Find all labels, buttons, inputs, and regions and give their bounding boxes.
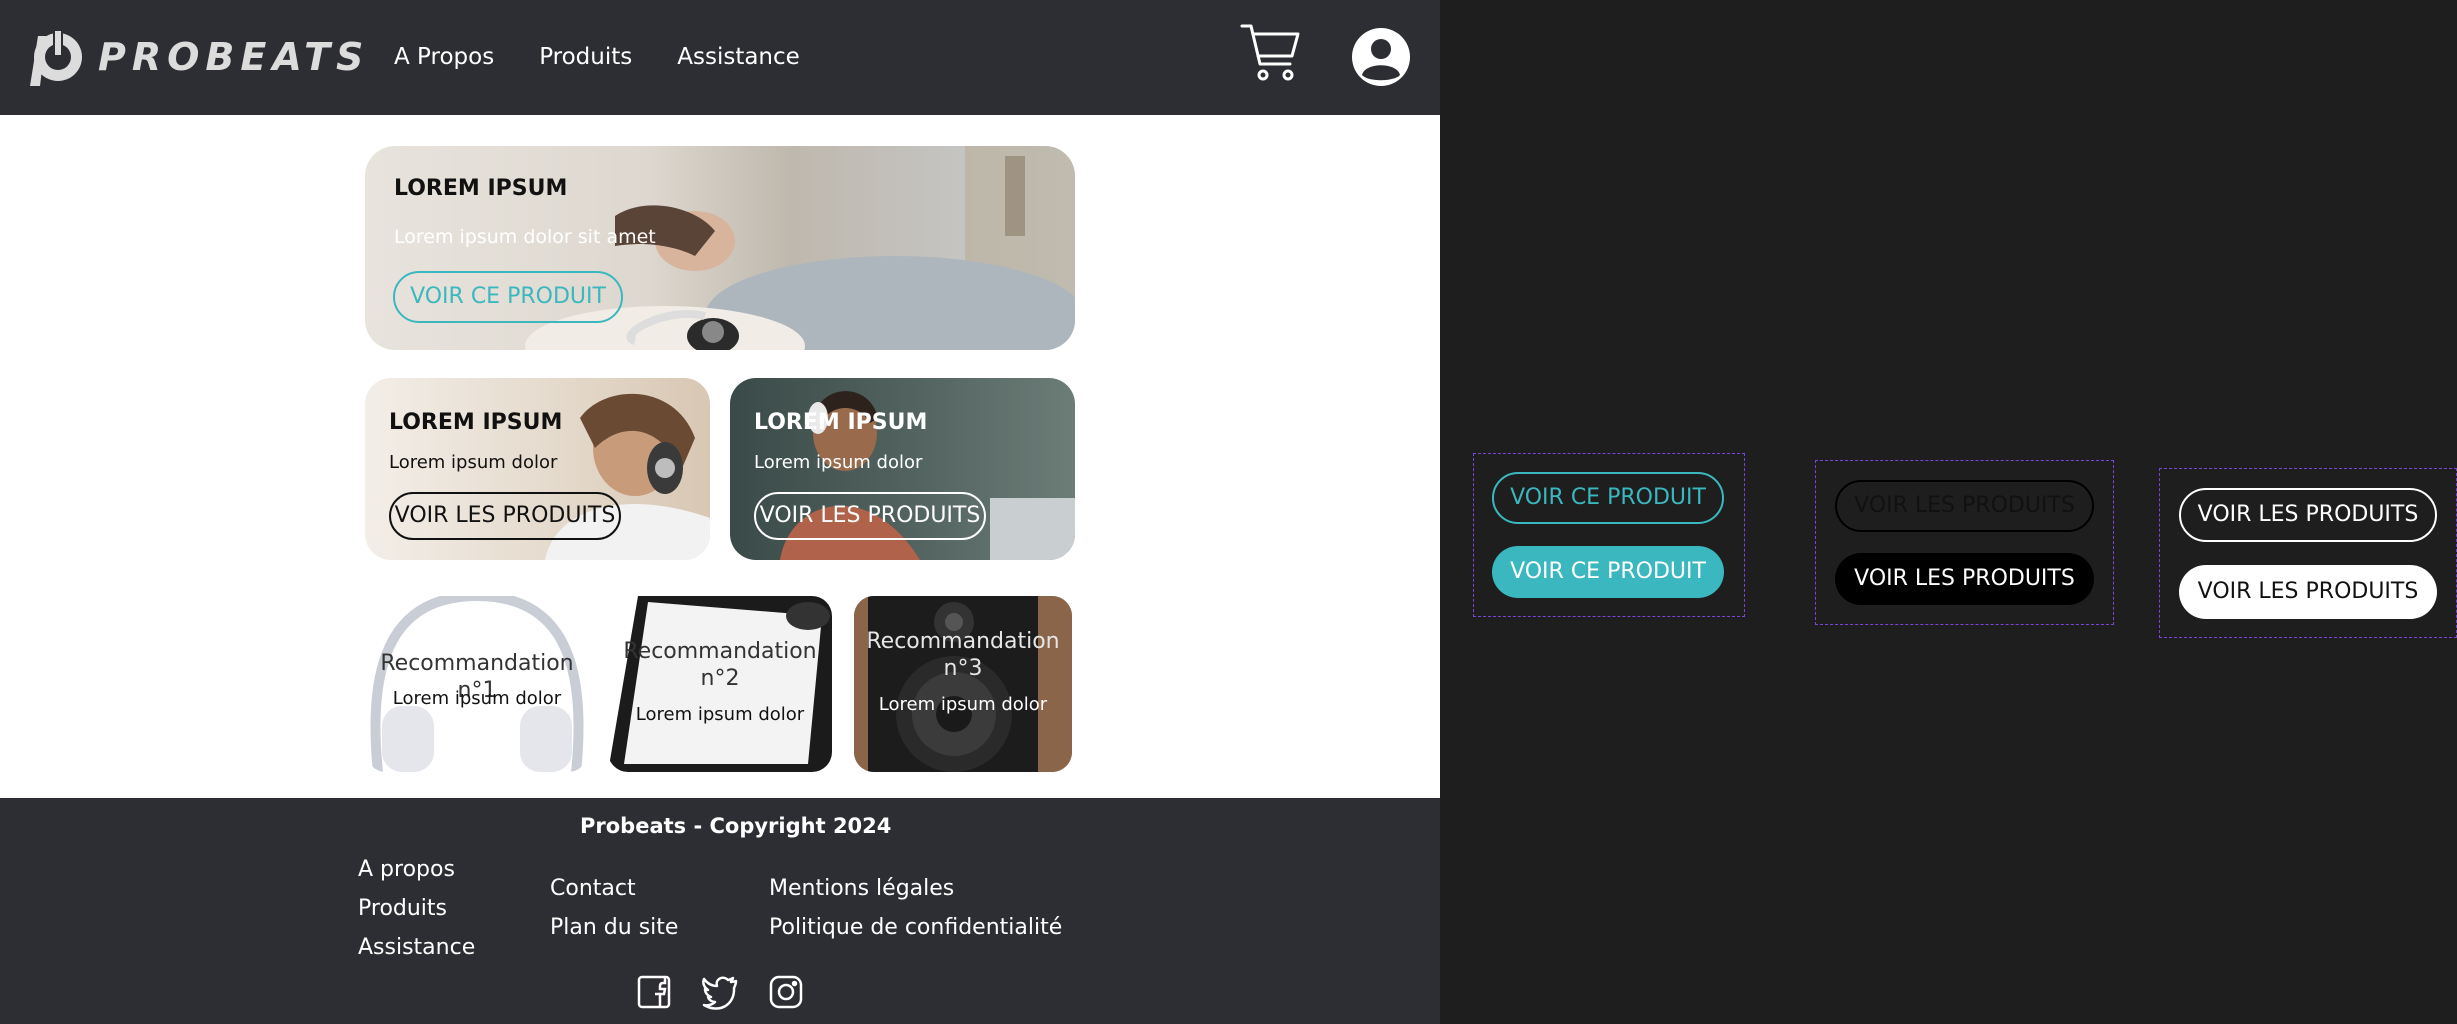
footer-link-produits[interactable]: Produits	[358, 889, 475, 928]
view-products-button[interactable]: VOIR LES PRODUITS	[754, 492, 986, 540]
logo[interactable]: PROBEATS	[26, 28, 369, 86]
nav-link-produits[interactable]: Produits	[539, 44, 632, 70]
page-frame: PROBEATS A Propos Produits Assistance LO…	[0, 0, 1440, 1024]
light-button-variants: VOIR LES PRODUITS VOIR LES PRODUITS	[2159, 468, 2457, 638]
view-product-outline-button[interactable]: VOIR CE PRODUIT	[1492, 472, 1724, 524]
recommendation-title: Recommandation n°2	[623, 639, 817, 691]
copyright-text: Probeats - Copyright 2024	[580, 814, 892, 838]
recommendation-subtitle: Lorem ipsum dolor	[392, 688, 562, 709]
nav-link-a-propos[interactable]: A Propos	[394, 44, 494, 70]
recommendation-card-2[interactable]: Recommandation n°2 Lorem ipsum dolor	[608, 596, 832, 772]
footer-link-politique-confidentialite[interactable]: Politique de confidentialité	[769, 908, 1062, 947]
view-products-dark-filled-button[interactable]: VOIR LES PRODUITS	[1835, 553, 2094, 605]
view-products-light-outline-button[interactable]: VOIR LES PRODUITS	[2179, 488, 2437, 542]
teal-button-variants: VOIR CE PRODUIT VOIR CE PRODUIT	[1473, 453, 1745, 617]
recommendation-title: Recommandation n°3	[866, 629, 1060, 681]
footer-link-a-propos[interactable]: A propos	[358, 850, 475, 889]
instagram-icon[interactable]	[768, 974, 804, 1010]
footer-column-2: Contact Plan du site	[550, 869, 678, 947]
card-subtitle: Lorem ipsum dolor	[754, 452, 923, 473]
card-subtitle: Lorem ipsum dolor	[389, 452, 558, 473]
main-nav: A Propos Produits Assistance	[394, 44, 800, 70]
twitter-icon[interactable]	[702, 974, 738, 1010]
site-header: PROBEATS A Propos Produits Assistance	[0, 0, 1440, 115]
footer-column-1: A propos Produits Assistance	[358, 850, 475, 967]
card-title: LOREM IPSUM	[389, 410, 563, 435]
nav-link-assistance[interactable]: Assistance	[677, 44, 800, 70]
view-products-dark-outline-button[interactable]: VOIR LES PRODUITS	[1835, 480, 2094, 532]
footer-column-3: Mentions légales Politique de confidenti…	[769, 869, 1062, 947]
product-card-right[interactable]: LOREM IPSUM Lorem ipsum dolor VOIR LES P…	[730, 378, 1075, 560]
dark-button-variants: VOIR LES PRODUITS VOIR LES PRODUITS	[1815, 460, 2114, 625]
recommendation-card-1[interactable]: Recommandation n°1 Lorem ipsum dolor	[366, 596, 588, 772]
footer-link-contact[interactable]: Contact	[550, 869, 678, 908]
footer-link-assistance[interactable]: Assistance	[358, 928, 475, 967]
hero-subtitle: Lorem ipsum dolor sit amet	[394, 226, 656, 248]
account-icon[interactable]	[1352, 28, 1410, 86]
card-title: LOREM IPSUM	[754, 410, 928, 435]
hero-product-button[interactable]: VOIR CE PRODUIT	[393, 271, 623, 323]
recommendation-subtitle: Lorem ipsum dolor	[878, 694, 1048, 715]
product-card-left[interactable]: LOREM IPSUM Lorem ipsum dolor VOIR LES P…	[365, 378, 710, 560]
bookshelf-speaker-image	[854, 596, 1072, 772]
hero-title: LOREM IPSUM	[394, 176, 568, 201]
view-product-filled-button[interactable]: VOIR CE PRODUIT	[1492, 546, 1724, 598]
hero-banner[interactable]: LOREM IPSUM Lorem ipsum dolor sit amet V…	[365, 146, 1075, 350]
view-products-light-filled-button[interactable]: VOIR LES PRODUITS	[2179, 565, 2437, 619]
view-products-button[interactable]: VOIR LES PRODUITS	[389, 492, 621, 540]
facebook-icon[interactable]	[636, 974, 672, 1010]
footer-link-plan-du-site[interactable]: Plan du site	[550, 908, 678, 947]
footer-link-mentions-legales[interactable]: Mentions légales	[769, 869, 1062, 908]
recommendation-subtitle: Lorem ipsum dolor	[635, 704, 805, 725]
recommendation-card-3[interactable]: Recommandation n°3 Lorem ipsum dolor	[854, 596, 1072, 772]
logo-icon	[30, 28, 82, 86]
cart-icon[interactable]	[1240, 22, 1302, 84]
brand-name: PROBEATS	[98, 35, 370, 79]
